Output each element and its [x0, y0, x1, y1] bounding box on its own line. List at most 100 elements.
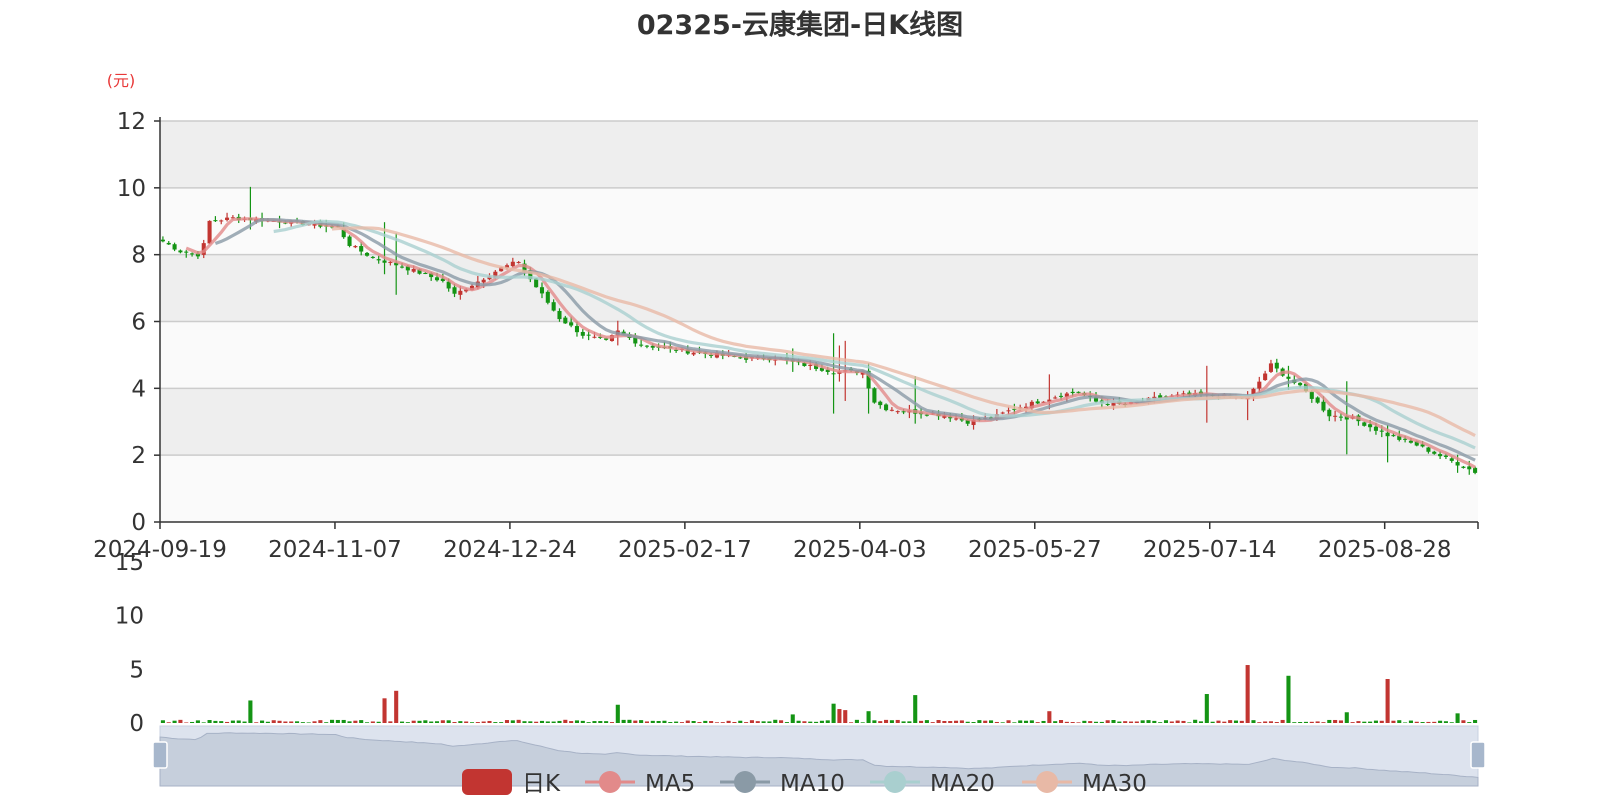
volume-bar — [493, 722, 498, 723]
zoom-handle-icon[interactable] — [1470, 741, 1486, 769]
volume-bar — [1245, 665, 1250, 723]
candle-body — [1385, 432, 1390, 437]
volume-bar — [1105, 720, 1110, 723]
volume-bar — [1379, 720, 1384, 723]
volume-bar — [528, 721, 533, 723]
volume-bar — [843, 710, 848, 723]
volume-bar — [545, 721, 550, 723]
volume-bar — [213, 720, 218, 723]
volume-bar — [295, 721, 300, 723]
volume-bar — [988, 720, 994, 723]
legend-label[interactable]: MA5 — [645, 771, 695, 797]
volume-bar — [1473, 719, 1478, 723]
candle-body — [1309, 391, 1314, 399]
candle-body — [1338, 416, 1343, 418]
candle-body — [1368, 424, 1373, 428]
volume-bar — [1187, 722, 1192, 723]
volume-bar — [849, 722, 854, 723]
volume-bar — [994, 721, 999, 723]
price-panel: 0 2 4 6 8 10 12 2024-09-19 2024-11-07 2024-12-24 2… — [93, 109, 1479, 563]
volume-bar — [394, 690, 399, 723]
volume-bar — [796, 720, 801, 723]
zoom-handle-icon[interactable] — [152, 741, 168, 769]
volume-bar — [1257, 722, 1262, 723]
volume-bar — [1292, 722, 1297, 723]
x-tick-label: 2025-05-27 — [968, 537, 1102, 563]
volume-bar — [831, 703, 836, 723]
volume-bar — [1233, 720, 1239, 723]
volume-bar — [784, 722, 789, 723]
candle-body — [1327, 409, 1332, 417]
x-tick-label: 2024-11-07 — [268, 537, 402, 563]
volume-bar — [1280, 719, 1285, 723]
volume-bar — [522, 721, 527, 723]
volume-bar — [1350, 722, 1355, 723]
legend-label[interactable]: MA20 — [930, 771, 995, 797]
volume-tick-label: 5 — [129, 657, 144, 683]
volume-bar — [755, 721, 760, 723]
volume-bar — [260, 720, 265, 723]
candle-body — [1473, 467, 1478, 473]
price-tick-label: 8 — [131, 243, 146, 269]
volume-bar — [446, 720, 451, 723]
volume-bar — [720, 722, 725, 723]
volume-tick-label: 10 — [115, 604, 144, 630]
volume-bar — [1455, 713, 1460, 723]
price-tick-label: 2 — [131, 443, 146, 469]
price-band — [160, 455, 1478, 522]
volume-bar — [353, 720, 358, 723]
legend-label[interactable]: MA30 — [1082, 771, 1147, 797]
candle-body — [895, 411, 900, 413]
x-tick-label: 2025-02-17 — [618, 537, 752, 563]
volume-bar — [1222, 721, 1227, 723]
volume-bar — [1198, 721, 1204, 723]
volume-bar — [434, 721, 440, 723]
volume-bar — [318, 720, 323, 723]
candle-body — [878, 401, 883, 406]
volume-bar — [1263, 721, 1268, 723]
volume-bar — [1397, 720, 1402, 723]
volume-bar — [1146, 720, 1151, 723]
candle-body — [1053, 397, 1058, 399]
legend-label[interactable]: MA10 — [780, 771, 845, 797]
candle-body — [574, 326, 580, 333]
volume-bar — [341, 719, 346, 723]
volume-bar — [977, 720, 982, 723]
candle-body — [1000, 412, 1005, 414]
candle-body — [563, 317, 568, 324]
candle-body — [376, 259, 381, 261]
volume-bar — [983, 720, 988, 723]
candle-body — [1274, 362, 1279, 369]
kline-chart: 02325-云康集团-日K线图 (元) 0 2 4 6 8 10 12 2024-09-19 2… — [93, 9, 1486, 797]
volume-bar — [1315, 721, 1320, 723]
candle-body — [353, 246, 358, 248]
candle-body — [458, 290, 463, 295]
volume-bar — [1286, 675, 1291, 723]
volume-bar — [714, 722, 719, 723]
legend-label[interactable]: 日K — [522, 771, 561, 797]
x-tick-label: 2025-08-28 — [1318, 537, 1452, 563]
volume-bar — [650, 720, 655, 723]
volume-bar — [551, 721, 556, 723]
volume-bar — [627, 719, 632, 723]
volume-bar — [306, 722, 311, 723]
volume-bar — [598, 721, 603, 723]
volume-bar — [1047, 711, 1052, 723]
volume-bar — [907, 721, 912, 723]
volume-bar — [679, 722, 684, 723]
volume-bar — [370, 721, 375, 723]
volume-bar — [767, 721, 772, 723]
candle-body — [1263, 373, 1268, 381]
volume-bar — [1414, 721, 1419, 723]
volume-bar — [954, 720, 959, 723]
volume-bar — [1362, 721, 1367, 723]
candle-body — [1443, 455, 1448, 457]
volume-bar — [539, 720, 545, 723]
volume-bar — [942, 720, 947, 723]
volume-bar — [1099, 721, 1104, 723]
volume-bar — [1082, 720, 1087, 723]
volume-bar — [814, 721, 819, 723]
candle-body — [884, 404, 889, 411]
volume-bar — [808, 721, 813, 723]
volume-bar — [1006, 720, 1011, 723]
